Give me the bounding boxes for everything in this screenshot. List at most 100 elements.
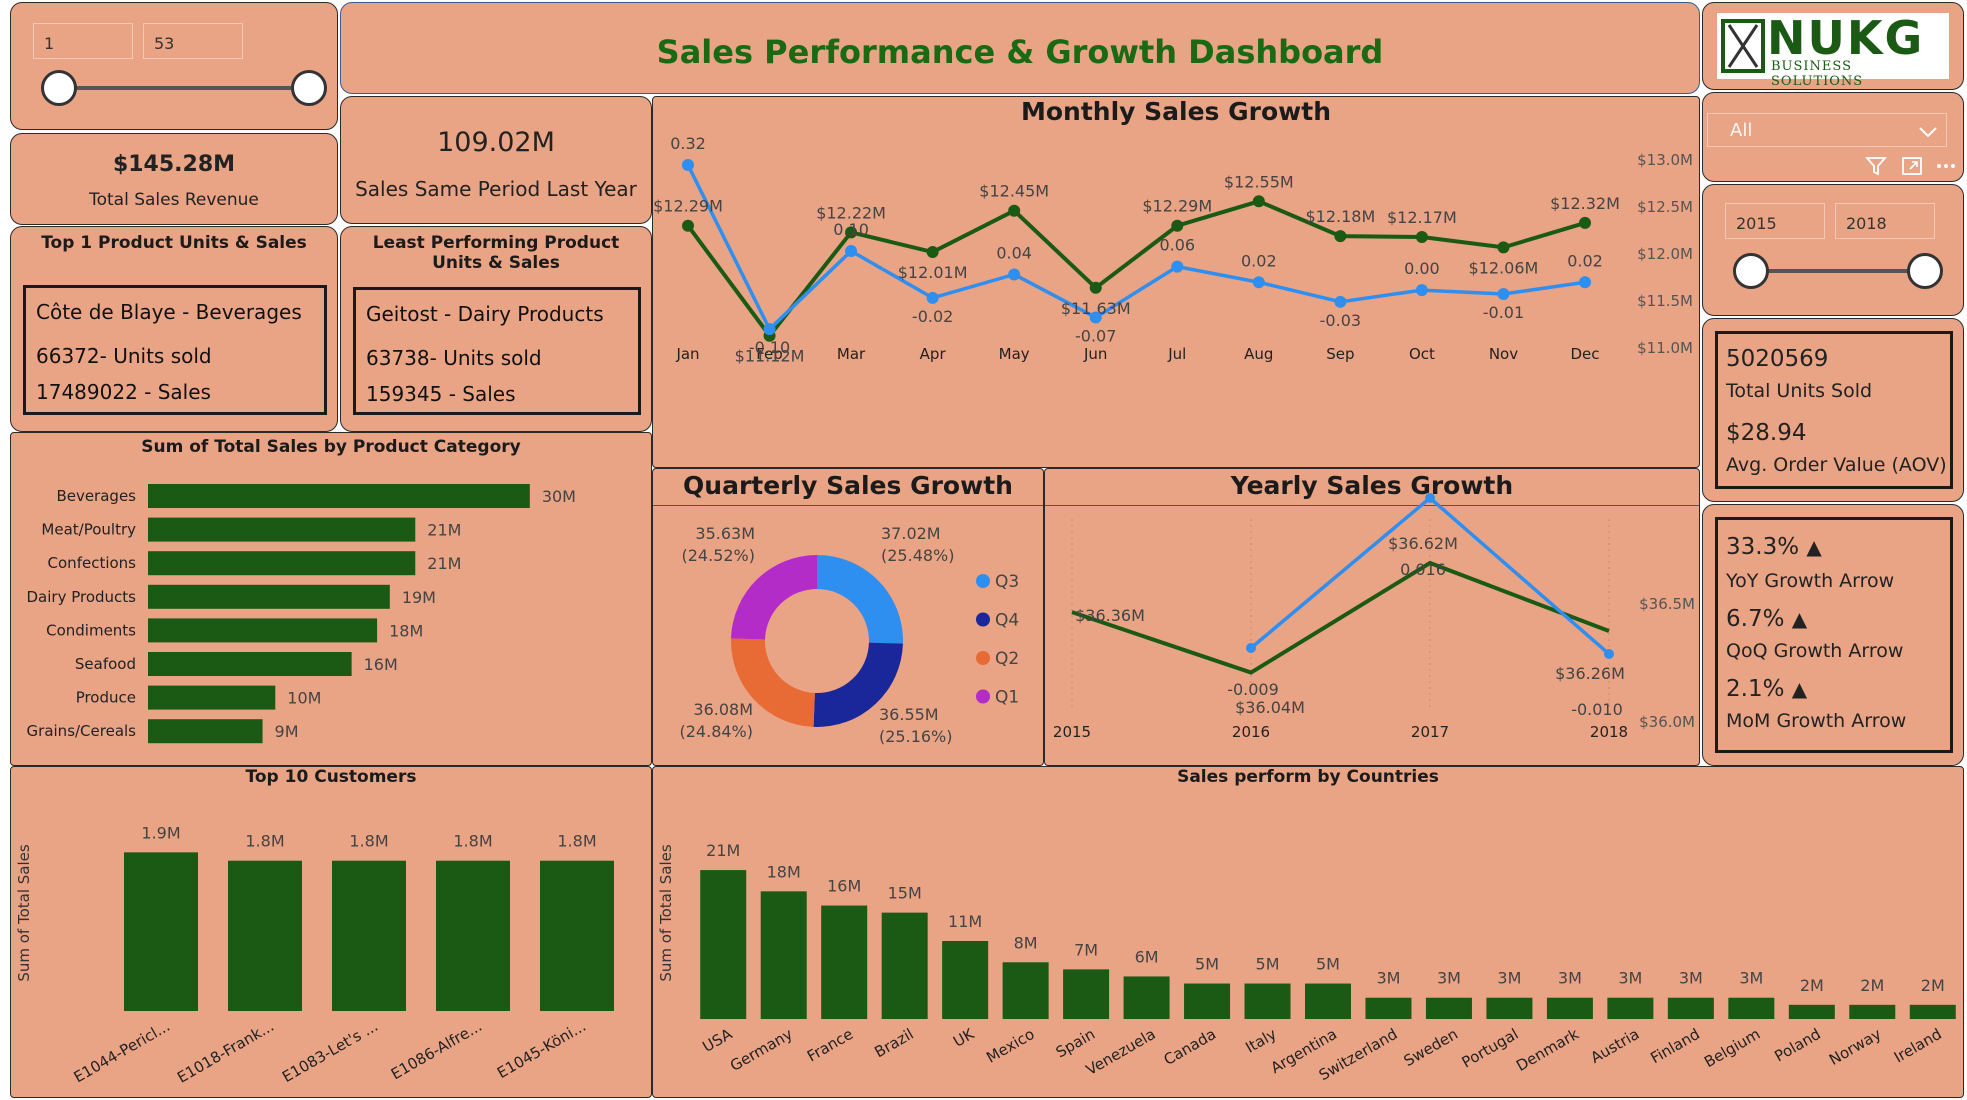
- bar: [332, 860, 406, 1011]
- x-tick-label: Dec: [1570, 345, 1599, 363]
- year-from-input[interactable]: 2015: [1725, 203, 1825, 239]
- bar-value-label: 3M: [1618, 969, 1642, 988]
- slice-percent-label: (25.16%): [879, 727, 953, 746]
- data-label-sales: $12.18M: [1305, 207, 1375, 226]
- x-tick-label: Belgium: [1701, 1025, 1763, 1071]
- growth-box: 33.3% ▲ YoY Growth Arrow 6.7% ▲ QoQ Grow…: [1715, 517, 1953, 753]
- x-tick-label: Portugal: [1459, 1025, 1522, 1072]
- quarterly-chart-card: Quarterly Sales Growth 37.02M (25.48%) Q3 3…: [652, 468, 1044, 766]
- bar: [1486, 997, 1533, 1019]
- bar-value-label: 3M: [1679, 969, 1703, 988]
- least-product-sales: 159345 - Sales: [366, 382, 516, 406]
- range-slider-max-handle[interactable]: [291, 70, 327, 106]
- data-label-growth: -0.03: [1320, 311, 1361, 330]
- bar: [821, 905, 868, 1019]
- bar: [1425, 997, 1472, 1019]
- filter-icon[interactable]: [1865, 155, 1887, 177]
- focus-mode-icon[interactable]: [1901, 155, 1923, 177]
- qoq-value-row: 6.7% ▲: [1726, 606, 1807, 632]
- yearly-chart-card: Yearly Sales Growth 2015 2016 2017 2018 $36.…: [1044, 468, 1700, 766]
- bar-value-label: 1.8M: [453, 832, 492, 851]
- x-tick-label: E1018-Frank...: [174, 1017, 277, 1087]
- range-max-input[interactable]: 53: [143, 23, 243, 59]
- data-label-growth: 0.32: [670, 134, 706, 153]
- bar-value-label: 21M: [706, 841, 740, 860]
- y-axis-label: Sum of Total Sales: [657, 844, 675, 982]
- up-arrow-icon: ▲: [1791, 607, 1808, 631]
- slice-value-label: 36.08M: [693, 700, 753, 719]
- top-product-units: 66372- Units sold: [36, 344, 212, 368]
- year-slider-track: [1753, 269, 1923, 273]
- logo-card: NUKG BUSINESS SOLUTIONS: [1702, 2, 1964, 90]
- more-options-icon[interactable]: [1935, 155, 1957, 177]
- mom-value-row: 2.1% ▲: [1726, 676, 1807, 702]
- x-tick-label: 2015: [1053, 723, 1091, 741]
- x-tick-label: Mexico: [983, 1025, 1037, 1067]
- qoq-label: QoQ Growth Arrow: [1726, 640, 1904, 662]
- legend-label: Q4: [995, 611, 1019, 631]
- top-product-name: Côte de Blaye - Beverages: [36, 300, 302, 324]
- bar: [1849, 1004, 1896, 1019]
- bar: [1667, 997, 1714, 1019]
- data-label-growth: -0.07: [1075, 326, 1116, 345]
- range-min-input[interactable]: 1: [33, 23, 133, 59]
- category-value-label: 21M: [427, 554, 461, 573]
- range-slider-min-handle[interactable]: [41, 70, 77, 106]
- x-tick-label: E1086-Alfre...: [388, 1017, 485, 1084]
- data-point-sales: [1497, 241, 1510, 254]
- logo-text: NUKG: [1767, 11, 1925, 65]
- y-tick-label: $36.5M: [1639, 595, 1695, 613]
- bar-value-label: 2M: [1921, 976, 1945, 995]
- y-tick-label: $12.5M: [1637, 198, 1693, 216]
- top-product-title: Top 1 Product Units & Sales: [41, 233, 307, 253]
- slice-percent-label: (24.52%): [682, 546, 756, 565]
- total-sales-label: Total Sales Revenue: [89, 190, 259, 210]
- dropdown-card: All: [1702, 92, 1964, 182]
- data-point-growth: [1334, 295, 1347, 308]
- category-dropdown[interactable]: All: [1707, 113, 1947, 147]
- slice-percent-label: (25.48%): [881, 546, 955, 565]
- x-tick-label: France: [804, 1025, 856, 1066]
- kpi-total-sales-card: $145.28M Total Sales Revenue: [10, 133, 338, 225]
- data-point-sales: [1089, 281, 1102, 294]
- data-point-sales: [1579, 216, 1591, 229]
- bar-value-label: 3M: [1739, 969, 1763, 988]
- pie-slice: [731, 555, 817, 640]
- bar-value-label: 3M: [1376, 969, 1400, 988]
- year-slider-min-handle[interactable]: [1733, 253, 1769, 289]
- x-tick-label: Finland: [1647, 1025, 1702, 1067]
- bar-value-label: 1.8M: [245, 832, 284, 851]
- legend-label: Q2: [995, 649, 1019, 669]
- x-tick-label: Spain: [1053, 1025, 1098, 1062]
- category-label: Produce: [76, 689, 136, 707]
- x-tick-label: Germany: [727, 1025, 796, 1075]
- data-point-growth: [1579, 276, 1591, 289]
- category-value-label: 21M: [427, 521, 461, 540]
- data-label-sales: $12.29M: [653, 197, 723, 216]
- bar: [1184, 983, 1231, 1019]
- data-point-growth: [1089, 311, 1102, 324]
- data-label-sales: $12.29M: [1142, 197, 1212, 216]
- data-point-growth: [1008, 268, 1021, 281]
- category-label: Grains/Cereals: [27, 722, 137, 740]
- legend-marker: [976, 651, 990, 665]
- data-point-sales: [1008, 204, 1021, 217]
- same-period-label: Sales Same Period Last Year: [355, 177, 637, 201]
- y-tick-label: $12.0M: [1637, 245, 1693, 263]
- monthly-sales-chart: $13.0M$12.5M$12.0M$11.5M$11.0MJan Feb Mar A…: [653, 134, 1693, 366]
- x-tick-label: USA: [699, 1025, 736, 1056]
- year-slider-max-handle[interactable]: [1907, 253, 1943, 289]
- yoy-value-row: 33.3% ▲: [1726, 534, 1822, 560]
- data-point-sales: [1415, 231, 1428, 244]
- x-tick-label: Aug: [1244, 345, 1273, 363]
- bar-value-label: 6M: [1135, 947, 1159, 966]
- x-tick-label: Sweden: [1401, 1025, 1461, 1070]
- data-label-growth: -0.10: [749, 338, 790, 357]
- category-bar: [148, 551, 416, 576]
- slice-percent-label: (24.84%): [680, 722, 754, 741]
- units-aov-card: 5020569 Total Units Sold $28.94 Avg. Ord…: [1702, 318, 1964, 502]
- y-tick-label: $11.5M: [1637, 292, 1693, 310]
- x-tick-label: 2017: [1411, 723, 1449, 741]
- year-to-input[interactable]: 2018: [1835, 203, 1935, 239]
- least-product-title: Least Performing Product Units & Sales: [372, 233, 620, 273]
